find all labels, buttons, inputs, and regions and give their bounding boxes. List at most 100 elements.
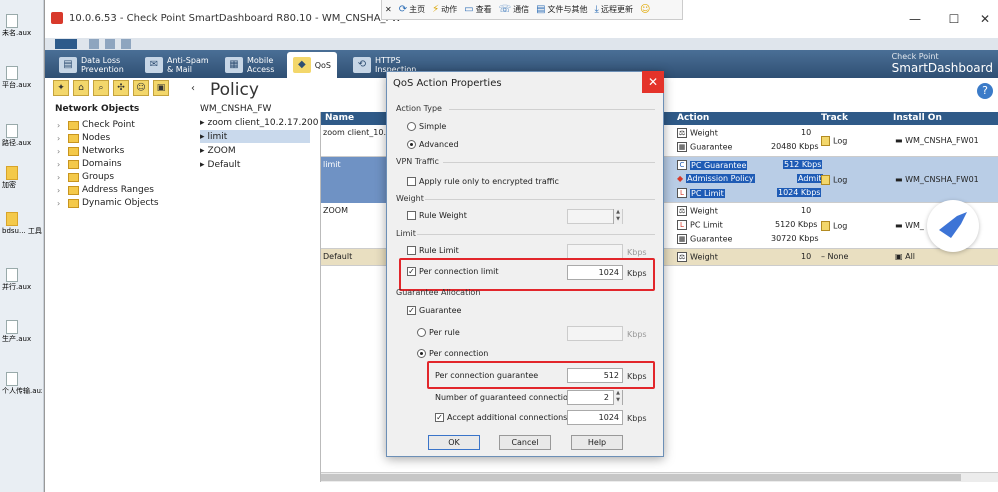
rules-root[interactable]: WM_CNSHA_FW bbox=[200, 102, 310, 115]
lock-icon[interactable]: ▣ bbox=[153, 80, 169, 96]
desktop-icon[interactable]: 未名.aux bbox=[2, 14, 42, 38]
spinner-icon[interactable]: ▲ ▼ bbox=[613, 209, 622, 224]
tree-item-groups[interactable]: › Groups bbox=[57, 171, 114, 183]
rule-weight-checkbox[interactable]: Rule Weight bbox=[407, 211, 467, 220]
refresh-icon[interactable] bbox=[121, 39, 131, 49]
open-icon[interactable] bbox=[89, 39, 99, 49]
desktop-icon[interactable]: bdsu... 工具 bbox=[2, 212, 42, 236]
emoji-icon[interactable]: ☺ bbox=[640, 4, 650, 15]
collapse-panel-button[interactable]: ‹ bbox=[191, 83, 195, 94]
save-icon[interactable] bbox=[105, 39, 115, 49]
tree-item-address-ranges[interactable]: › Address Ranges bbox=[57, 184, 154, 196]
folder-icon bbox=[68, 146, 79, 156]
desktop-icon[interactable]: 加密 bbox=[2, 166, 42, 190]
per-connection-radio[interactable]: Per connection bbox=[417, 349, 488, 358]
expand-icon[interactable]: › bbox=[57, 134, 65, 143]
tree-item-networks[interactable]: › Networks bbox=[57, 145, 124, 157]
tab-anti-spam[interactable]: ✉ Anti-Spam & Mail bbox=[145, 52, 209, 78]
search-icon[interactable]: ⌕ bbox=[93, 80, 109, 96]
desktop-icon[interactable]: 生产.aux bbox=[2, 320, 42, 344]
col-header-install-on[interactable]: Install On bbox=[889, 112, 998, 125]
highlight-box bbox=[399, 258, 655, 291]
bird-assistant-icon[interactable] bbox=[927, 200, 979, 252]
vpn-only-checkbox[interactable]: Apply rule only to encrypted traffic bbox=[407, 177, 559, 186]
col-header-action[interactable]: Action bbox=[673, 112, 817, 125]
ok-button[interactable]: OK bbox=[428, 435, 480, 450]
tree-item-check-point[interactable]: › Check Point bbox=[57, 119, 135, 131]
tab-qos[interactable]: ◆ QoS bbox=[287, 52, 337, 78]
pc-limit-icon: L bbox=[677, 220, 687, 230]
radio-button[interactable] bbox=[407, 140, 416, 149]
window-title: 10.0.6.53 - Check Point SmartDashboard R… bbox=[69, 13, 402, 24]
expand-icon[interactable]: › bbox=[57, 147, 65, 156]
tree-item-domains[interactable]: › Domains bbox=[57, 158, 122, 170]
toolbar-update[interactable]: ⤓ 远程更新 bbox=[595, 4, 633, 15]
checkbox-checked[interactable]: ✓ bbox=[435, 413, 444, 422]
advanced-radio[interactable]: Advanced bbox=[407, 140, 459, 149]
toolbar-comm[interactable]: ☏ 通信 bbox=[499, 4, 530, 15]
expand-icon[interactable]: › bbox=[57, 121, 65, 130]
radio-button[interactable] bbox=[417, 349, 426, 358]
tab-mobile-access[interactable]: ▦ Mobile Access bbox=[225, 52, 274, 78]
toolbar-home[interactable]: ⟳ 主页 bbox=[399, 4, 425, 15]
minimize-button[interactable]: — bbox=[901, 9, 929, 29]
folder-icon: ▤ bbox=[536, 4, 546, 15]
radio-button[interactable] bbox=[407, 122, 416, 131]
checkbox[interactable] bbox=[407, 246, 416, 255]
close-window-button[interactable]: ✕ bbox=[971, 9, 998, 29]
rule-item[interactable]: ▸ Default bbox=[200, 158, 310, 171]
section-action-type: Action Type bbox=[396, 104, 442, 113]
download-icon: ⤓ bbox=[594, 4, 599, 15]
per-rule-radio[interactable]: Per rule bbox=[417, 328, 460, 337]
cancel-button[interactable]: Cancel bbox=[499, 435, 551, 450]
rule-item[interactable]: ▸ limit bbox=[200, 130, 310, 143]
accept-additional-checkbox[interactable]: ✓ Accept additional connections bbox=[435, 413, 567, 422]
per-rule-field[interactable] bbox=[567, 326, 623, 341]
horizontal-scrollbar[interactable] bbox=[321, 472, 998, 482]
checkbox[interactable] bbox=[407, 211, 416, 220]
log-icon bbox=[821, 136, 830, 146]
dialog-close-button[interactable]: ✕ bbox=[642, 71, 664, 93]
col-header-track[interactable]: Track bbox=[817, 112, 889, 125]
toolbar-action[interactable]: ⚡ 动作 bbox=[432, 4, 457, 15]
guarantee-checkbox[interactable]: ✓ Guarantee bbox=[407, 306, 461, 315]
spinner-icon[interactable]: ▲ ▼ bbox=[613, 390, 622, 405]
help-button[interactable]: Help bbox=[571, 435, 623, 450]
rule-limit-checkbox[interactable]: Rule Limit bbox=[407, 246, 459, 255]
service-icon[interactable]: ✣ bbox=[113, 80, 129, 96]
desktop-icon[interactable]: 个人传输.aux bbox=[2, 372, 42, 396]
new-object-icon[interactable]: ✦ bbox=[53, 80, 69, 96]
expand-icon[interactable]: › bbox=[57, 173, 65, 182]
expand-icon[interactable]: › bbox=[57, 160, 65, 169]
rule-item[interactable]: ▸ ZOOM bbox=[200, 144, 310, 157]
scrollbar-thumb[interactable] bbox=[321, 474, 961, 481]
simple-radio[interactable]: Simple bbox=[407, 122, 446, 131]
checkbox[interactable] bbox=[407, 177, 416, 186]
num-guaranteed-field[interactable]: 2 ▲ ▼ bbox=[567, 390, 623, 405]
tree-item-nodes[interactable]: › Nodes bbox=[57, 132, 110, 144]
rule-limit-field[interactable] bbox=[567, 244, 623, 259]
expand-icon[interactable]: › bbox=[57, 199, 65, 208]
main-menu-button[interactable] bbox=[55, 39, 77, 49]
toolbar-close-button[interactable]: ✕ bbox=[385, 5, 392, 14]
https-icon: ⟲ bbox=[353, 57, 371, 73]
network-icon[interactable]: ⌂ bbox=[73, 80, 89, 96]
tab-data-loss-prevention[interactable]: ▤ Data Loss Prevention bbox=[59, 52, 124, 78]
rule-weight-field[interactable]: ▲ ▼ bbox=[567, 209, 623, 224]
toolbar-files[interactable]: ▤ 文件与其他 bbox=[536, 4, 587, 15]
user-icon[interactable]: ☺ bbox=[133, 80, 149, 96]
tree-item-dynamic-objects[interactable]: › Dynamic Objects bbox=[57, 197, 159, 209]
desktop-icon[interactable]: 平台.aux bbox=[2, 66, 42, 90]
divider bbox=[425, 199, 655, 200]
rule-item[interactable]: ▸ zoom client_10.2.17.200 bbox=[200, 116, 319, 129]
maximize-button[interactable]: ☐ bbox=[940, 9, 968, 29]
accept-additional-field[interactable]: 1024 bbox=[567, 410, 623, 425]
desktop-icon[interactable]: 路径.aux bbox=[2, 124, 42, 148]
expand-icon[interactable]: › bbox=[57, 186, 65, 195]
checkbox-checked[interactable]: ✓ bbox=[407, 306, 416, 315]
help-icon[interactable]: ? bbox=[977, 83, 993, 99]
radio-button[interactable] bbox=[417, 328, 426, 337]
desktop-icon[interactable]: 并行.aux bbox=[2, 268, 42, 292]
toolbar-view[interactable]: ▭ 查看 bbox=[464, 4, 491, 15]
action-value: 1024 Kbps bbox=[777, 188, 822, 197]
